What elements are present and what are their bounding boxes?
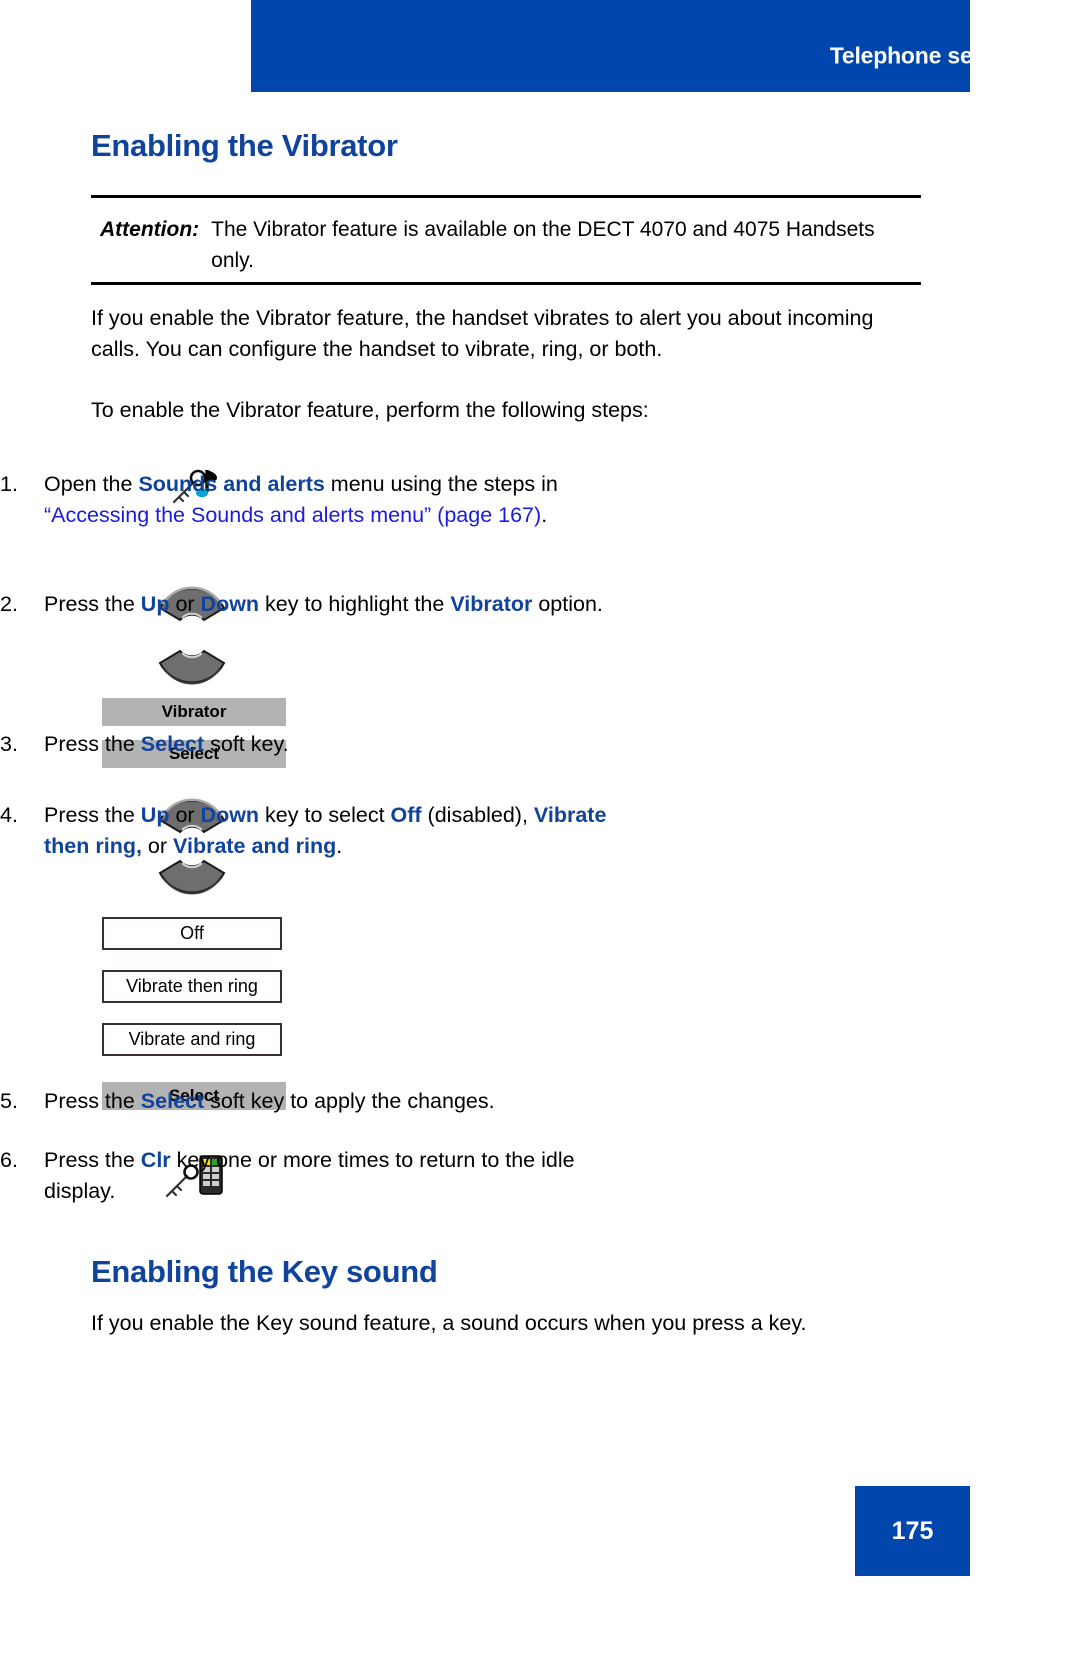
step-text-part: or	[141, 834, 174, 858]
step-number: 1.	[0, 472, 18, 496]
step-text-part: Press the	[44, 1089, 141, 1113]
step-text-part: or	[169, 803, 201, 827]
step-emphasis-select: Select	[140, 732, 205, 756]
step-emphasis-select: Select	[140, 1089, 205, 1113]
step-text: Press the Clr key one or more times to r…	[44, 1145, 625, 1207]
step-text-part: key to highlight the	[259, 592, 451, 616]
attention-rule-bottom	[91, 282, 921, 285]
menu-option-off: Off	[102, 917, 282, 950]
key-sound-paragraph: If you enable the Key sound feature, a s…	[91, 1311, 807, 1335]
step-text-part: menu using the steps in	[324, 472, 558, 496]
step-text: Press the Select soft key.	[44, 729, 625, 760]
step-text-part: (disabled),	[421, 803, 534, 827]
step-text-part: .	[336, 834, 343, 858]
step-item-1: 1. Open the Sounds and alerts menu using…	[0, 469, 625, 531]
step-number: 3.	[0, 732, 18, 756]
steps-lead-in-paragraph: To enable the Vibrator feature, perform …	[91, 398, 649, 422]
step-item-2: 2. Press the Up or Down key to highlight…	[0, 589, 625, 620]
intro-paragraph: If you enable the Vibrator feature, the …	[91, 306, 874, 361]
step-text-part: Press the	[44, 1148, 141, 1172]
step-text: Press the Select soft key to apply the c…	[44, 1086, 625, 1117]
cross-reference-link[interactable]: “Accessing the Sounds and alerts menu” (…	[44, 503, 541, 527]
step-text: Press the Up or Down key to highlight th…	[44, 589, 625, 620]
header-title: Telephone settings	[829, 42, 1034, 69]
step-text-part: soft key to apply the changes.	[204, 1089, 495, 1113]
page-number: 175	[891, 1516, 934, 1545]
menu-option-vibrate-and-ring: Vibrate and ring	[102, 1023, 282, 1056]
page-title-enabling-the-vibrator: Enabling the Vibrator	[91, 128, 398, 163]
step-item-6: 6. Press the Clr key one or more times t…	[0, 1145, 625, 1207]
step-emphasis-clr: Clr	[140, 1148, 171, 1172]
step-text-part: option.	[532, 592, 603, 616]
step-number: 2.	[0, 592, 18, 616]
down-navigation-key-graphic	[156, 645, 228, 693]
step-emphasis-off: Off	[390, 803, 422, 827]
step-text-part: key to select	[259, 803, 391, 827]
step-emphasis-up: Up	[140, 592, 170, 616]
step-text-part: or	[169, 592, 201, 616]
step-text-part: Open the	[44, 472, 139, 496]
step-text-part: .	[541, 503, 548, 527]
step-emphasis-vibrate-and-ring: Vibrate and ring	[173, 834, 337, 858]
down-navigation-key-graphic-2	[156, 855, 228, 903]
step-item-3: 3. Press the Select soft key.	[0, 729, 625, 760]
step-number: 6.	[0, 1148, 18, 1172]
step-emphasis-down: Down	[200, 803, 260, 827]
step-number: 4.	[0, 803, 18, 827]
softkey-label-vibrator: Vibrator	[102, 698, 286, 726]
step-text-part: Press the	[44, 732, 141, 756]
step-text: Open the Sounds and alerts menu using th…	[44, 469, 625, 531]
menu-option-vibrate-then-ring: Vibrate then ring	[102, 970, 282, 1003]
step-text-part: Press the	[44, 592, 141, 616]
step-text-part: soft key.	[204, 732, 289, 756]
step-item-4: 4. Press the Up or Down key to select Of…	[0, 800, 625, 862]
step-emphasis-sounds-and-alerts: Sounds and alerts	[138, 472, 325, 496]
page-title-enabling-the-key-sound: Enabling the Key sound	[91, 1254, 438, 1289]
attention-note: Attention: The Vibrator feature is avail…	[100, 214, 920, 276]
attention-rule-top	[91, 195, 921, 198]
step-number: 5.	[0, 1089, 18, 1113]
step-emphasis-down: Down	[200, 592, 260, 616]
step-emphasis-vibrator: Vibrator	[450, 592, 533, 616]
attention-label: Attention:	[100, 218, 200, 241]
step-item-5: 5. Press the Select soft key to apply th…	[0, 1086, 625, 1117]
step-text-part: Press the	[44, 803, 141, 827]
attention-text: The Vibrator feature is available on the…	[211, 218, 875, 272]
step-emphasis-up: Up	[140, 803, 170, 827]
step-text: Press the Up or Down key to select Off (…	[44, 800, 625, 862]
